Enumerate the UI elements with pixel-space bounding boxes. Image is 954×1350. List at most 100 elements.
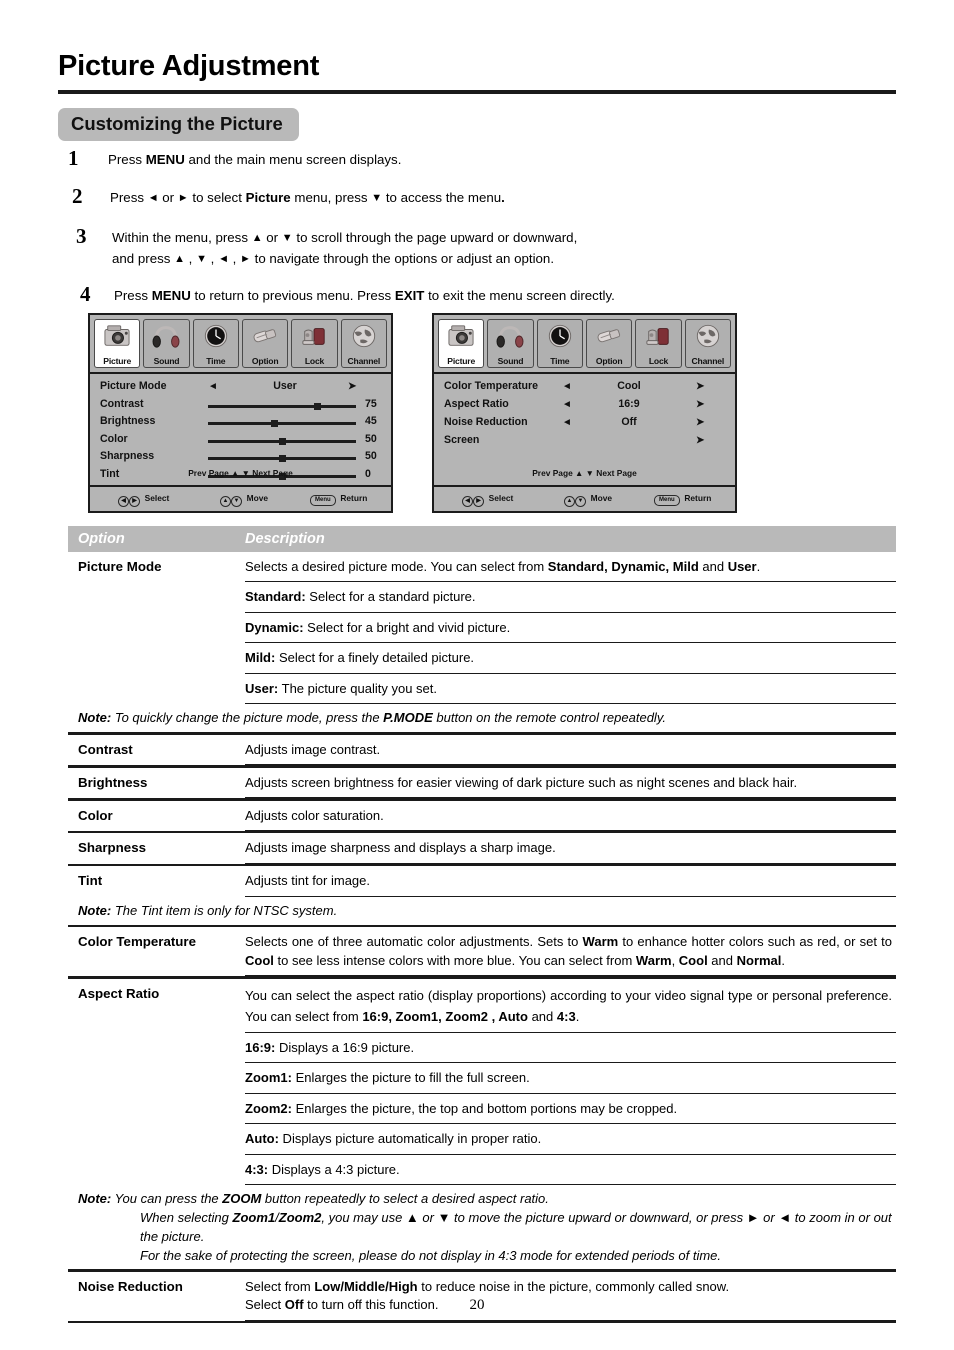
osd-right-arrow-icon[interactable]: ➤ [696, 400, 704, 410]
table-rule [68, 1320, 896, 1324]
osd-right-arrow-icon[interactable]: ➤ [348, 382, 356, 392]
table-description-cell: 4:3: Displays a 4:3 picture. [245, 1155, 896, 1185]
osd-slider-contrast[interactable] [208, 402, 356, 410]
osd-row-label: Color Temperature [444, 380, 538, 392]
osd-tab-label: Time [550, 356, 570, 366]
osd-row-contrast[interactable]: Contrast 75 [90, 398, 391, 415]
osd-tab-time[interactable]: Time [536, 319, 583, 368]
osd-footer-divider [90, 485, 391, 487]
osd-row-label: Contrast [100, 397, 144, 410]
osd-row-color-temperature[interactable]: Color Temperature ◄ Cool ➤ [434, 380, 735, 397]
osd-slider-knob[interactable] [279, 437, 286, 445]
osd-tab-label: Option [595, 356, 623, 366]
osd-footer-select-label: Select [144, 493, 170, 503]
osd-row-value: 16:9 [618, 398, 640, 410]
osd-slider-knob[interactable] [279, 455, 286, 462]
table-row: Auto: Displays picture automatically in … [68, 1124, 896, 1155]
table-description-cell: Selects a desired picture mode. You can … [245, 552, 896, 583]
osd-slider-knob[interactable] [314, 402, 321, 410]
left-key-icon: ◀ [462, 496, 473, 507]
osd-row-aspect-ratio[interactable]: Aspect Ratio ◄ 16:9 ➤ [434, 398, 735, 415]
osd-slider-sharpness[interactable] [208, 455, 356, 462]
table-option-label: Brightness [78, 774, 148, 790]
osd-row-brightness[interactable]: Brightness 45 [90, 415, 391, 432]
osd-tab-option[interactable]: Option [585, 319, 633, 368]
osd-row-value: Off [621, 416, 637, 428]
table-row: Sharpness Adjusts image sharpness and dis… [68, 833, 896, 864]
osd-slider-knob[interactable] [271, 420, 278, 427]
osd-tab-label: Time [206, 356, 226, 366]
camera-icon [102, 323, 132, 349]
osd-row-value: User [273, 380, 297, 392]
table-description-cell: Auto: Displays picture automatically in … [245, 1124, 896, 1155]
osd-right-arrow-icon[interactable]: ➤ [696, 382, 704, 392]
osd-footer-select-label: Select [488, 493, 514, 503]
table-row: Mild: Select for a finely detailed pictu… [68, 643, 896, 674]
osd-tab-label: Lock [648, 356, 669, 366]
osd-left-arrow-icon[interactable]: ◄ [562, 382, 572, 392]
table-description-cell: User: The picture quality you set. [245, 674, 896, 705]
up-key-icon: ▲ [220, 496, 231, 507]
osd-row-noise-reduction[interactable]: Noise Reduction ◄ Off ➤ [434, 416, 735, 433]
osd-tab-channel[interactable]: Channel [340, 319, 387, 368]
table-option-label: Tint [78, 873, 103, 889]
osd-footer-move: ▲ ▼ Move [564, 493, 612, 507]
step-text-1: Press MENU and the main menu screen disp… [108, 152, 402, 167]
osd-tab-label: Sound [153, 356, 180, 366]
table-description-cell: Adjusts tint for image. [245, 866, 896, 897]
osd-row-screen[interactable]: Screen ➤ [434, 434, 735, 451]
osd-row-label: Color [100, 432, 128, 445]
table-note-line: Note: You can press the ZOOM button repe… [78, 1190, 549, 1206]
osd-footer-select: ◀ ▶ Select [462, 493, 513, 507]
osd-tab-sound[interactable]: Sound [143, 319, 190, 368]
osd-tab-label: Picture [447, 356, 476, 366]
globe-icon [693, 323, 723, 349]
osd-row-color[interactable]: Color 50 [90, 433, 391, 450]
osd-slider-value: 50 [365, 432, 377, 445]
osd-slider-value: 75 [365, 397, 377, 410]
step-number-4: 4 [80, 282, 91, 306]
osd-footer-divider [434, 485, 735, 487]
table-row: Color Temperature Selects one of three au… [68, 927, 896, 977]
osd-left-arrow-icon[interactable]: ◄ [208, 382, 218, 392]
osd-tab-time[interactable]: Time [192, 319, 239, 368]
options-reference-table: Option Description Picture Mode Selects a… [68, 526, 896, 1324]
osd-left-arrow-icon[interactable]: ◄ [562, 418, 572, 428]
table-row: User: The picture quality you set. [68, 674, 896, 705]
table-option-label: Noise Reduction [78, 1278, 183, 1294]
osd-tab-sound[interactable]: Sound [487, 319, 534, 368]
osd-tab-picture[interactable]: Picture [94, 319, 141, 368]
step-text-3: Within the menu, press ▲ or ▼ to scroll … [112, 230, 578, 266]
osd-row-picture-mode[interactable]: Picture Mode ◄ User ➤ [90, 380, 391, 397]
osd-pager-hint: Prev Page ▲ ▼ Next Page [188, 468, 293, 478]
osd-right-arrow-icon[interactable]: ➤ [696, 418, 704, 428]
osd-tab-channel[interactable]: Channel [684, 319, 731, 368]
table-description-cell: Mild: Select for a finely detailed pictu… [245, 643, 896, 674]
osd-right-arrow-icon[interactable]: ➤ [696, 436, 704, 446]
table-description-cell: Selects one of three automatic color adj… [245, 927, 896, 977]
osd-slider-brightness[interactable] [208, 420, 356, 427]
osd-pager-hint: Prev Page ▲ ▼ Next Page [532, 468, 637, 478]
step-number-1: 1 [68, 146, 79, 170]
left-key-icon: ◀ [118, 496, 129, 507]
right-key-icon: ▶ [129, 496, 140, 507]
osd-tab-lock[interactable]: Lock [291, 319, 338, 368]
osd-row-sharpness[interactable]: Sharpness 50 [90, 450, 391, 467]
step-text-2: Press ◄ or ► to select Picture menu, pre… [110, 190, 505, 205]
clock-icon [545, 323, 575, 349]
step-number-3: 3 [76, 224, 87, 248]
osd-slider-color[interactable] [208, 437, 356, 445]
osd-left-arrow-icon[interactable]: ◄ [562, 400, 572, 410]
osd-footer-return: Menu Return [654, 493, 711, 506]
table-description-cell: Adjusts image sharpness and displays a s… [245, 833, 896, 864]
up-key-icon: ▲ [564, 496, 575, 507]
menu-key-icon: Menu [310, 495, 336, 506]
osd-tab-lock[interactable]: Lock [635, 319, 682, 368]
table-row: Tint Adjusts tint for image. [68, 866, 896, 897]
osd-tabbar-1: Picture Sound Time Option Lock Channel [90, 315, 391, 368]
osd-slider-value: 45 [365, 415, 377, 427]
osd-tab-option[interactable]: Option [241, 319, 289, 368]
osd-tab-label: Option [251, 356, 279, 366]
osd-tab-picture[interactable]: Picture [438, 319, 485, 368]
table-description-cell: 16:9: Displays a 16:9 picture. [245, 1033, 896, 1064]
